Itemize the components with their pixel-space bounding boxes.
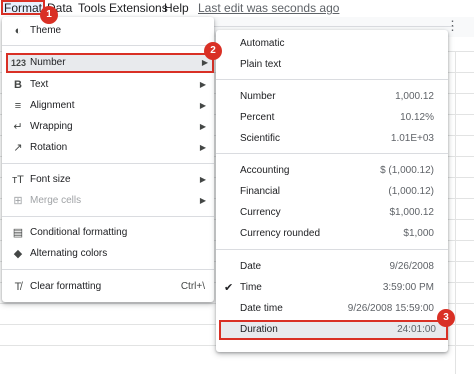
step-badge-3: 3 xyxy=(437,309,455,327)
shortcut-text: Ctrl+\ xyxy=(180,281,205,292)
menu-item-rotation[interactable]: ↗ Rotation ▶ xyxy=(2,138,214,158)
123-icon: 123 xyxy=(11,58,27,68)
submenu-arrow-icon: ▶ xyxy=(199,122,206,131)
align-left-icon: ≡ xyxy=(14,100,22,112)
palette-icon: ◐ xyxy=(14,25,22,37)
menu-separator xyxy=(216,249,448,250)
format-menu: ◐ Theme 123 Number ▶ B Text ▶ ≡ Alignmen… xyxy=(2,17,214,302)
menu-separator xyxy=(2,216,214,217)
menu-item-label: Accounting xyxy=(240,165,290,176)
bold-icon: B xyxy=(14,79,22,91)
menu-item-clear-formatting[interactable]: T̸ Clear formatting Ctrl+\ xyxy=(2,277,214,297)
submenu-arrow-icon: ▶ xyxy=(199,143,206,152)
format-example: 3:59:00 PM xyxy=(382,282,434,293)
menu-item-label: Wrapping xyxy=(30,121,73,132)
menu-item-label: Currency rounded xyxy=(240,228,321,239)
menu-item-label: Scientific xyxy=(240,133,281,144)
last-edit-link[interactable]: Last edit was seconds ago xyxy=(198,0,339,17)
menu-item-plain-text[interactable]: Plain text xyxy=(216,55,448,75)
menu-separator xyxy=(2,45,214,46)
toolbar-divider xyxy=(214,26,454,27)
paint-bucket-icon: ◆ xyxy=(13,248,23,260)
format-example: 1,000.12 xyxy=(395,91,434,102)
menu-item-label: Date time xyxy=(240,303,283,314)
menu-item-label: Currency xyxy=(240,207,281,218)
menu-item-label: Text xyxy=(30,79,49,90)
menu-item-wrapping[interactable]: ↵ Wrapping ▶ xyxy=(2,117,214,137)
menu-item-label: Merge cells xyxy=(30,195,82,206)
menu-item-duration[interactable]: Duration 24:01:00 xyxy=(219,320,448,340)
menu-bar: Format Data Tools Extensions Help Last e… xyxy=(0,0,474,17)
menu-separator xyxy=(216,79,448,80)
menu-item-percent[interactable]: Percent 10.12% xyxy=(216,108,448,128)
menu-item-scientific[interactable]: Scientific 1.01E+03 xyxy=(216,129,448,149)
menu-item-time[interactable]: ✔ Time 3:59:00 PM xyxy=(216,278,448,298)
menu-item-label: Number xyxy=(240,91,276,102)
text-wrap-icon: ↵ xyxy=(13,121,23,133)
submenu-arrow-icon: ▶ xyxy=(199,175,206,184)
menu-item-label: Date xyxy=(240,261,262,272)
menu-item-label: Alternating colors xyxy=(30,248,108,259)
menu-item-date-time[interactable]: Date time 9/26/2008 15:59:00 xyxy=(216,299,448,319)
menu-item-label: Duration xyxy=(240,324,278,335)
conditional-format-icon: ▤ xyxy=(12,227,24,239)
format-example: $1,000.12 xyxy=(389,207,435,218)
menu-item-alternating-colors[interactable]: ◆ Alternating colors xyxy=(2,244,214,264)
number-submenu: Automatic Plain text Number 1,000.12 Per… xyxy=(216,30,448,352)
menu-item-label: Automatic xyxy=(240,38,285,49)
menu-item-number-format[interactable]: Number 1,000.12 xyxy=(216,87,448,107)
menu-item-currency-rounded[interactable]: Currency rounded $1,000 xyxy=(216,224,448,244)
submenu-arrow-icon: ▶ xyxy=(199,101,206,110)
format-example: 9/26/2008 15:59:00 xyxy=(347,303,434,314)
format-example: (1,000.12) xyxy=(388,186,434,197)
grid-line xyxy=(455,52,456,374)
menu-format[interactable]: Format xyxy=(1,0,45,15)
menu-item-alignment[interactable]: ≡ Alignment ▶ xyxy=(2,96,214,116)
menu-item-conditional-formatting[interactable]: ▤ Conditional formatting xyxy=(2,223,214,243)
format-example: 10.12% xyxy=(400,112,434,123)
menu-item-accounting[interactable]: Accounting $ (1,000.12) xyxy=(216,161,448,181)
menu-item-text[interactable]: B Text ▶ xyxy=(2,75,214,95)
menu-tools[interactable]: Tools xyxy=(78,0,106,17)
font-size-icon: тT xyxy=(12,174,24,186)
menu-separator xyxy=(2,269,214,270)
submenu-arrow-icon: ▶ xyxy=(199,196,206,205)
menu-item-label: Time xyxy=(240,282,262,293)
submenu-arrow-icon: ▶ xyxy=(199,80,206,89)
menu-item-font-size[interactable]: тT Font size ▶ xyxy=(2,170,214,190)
menu-help[interactable]: Help xyxy=(164,0,189,17)
menu-item-label: Percent xyxy=(240,112,275,123)
menu-item-label: Financial xyxy=(240,186,281,197)
checkmark-icon: ✔ xyxy=(224,282,234,294)
menu-item-label: Font size xyxy=(30,174,71,185)
format-example: $ (1,000.12) xyxy=(380,165,434,176)
menu-item-theme[interactable]: ◐ Theme xyxy=(2,21,214,41)
menu-item-label: Rotation xyxy=(30,142,68,153)
menu-item-label: Plain text xyxy=(240,59,282,70)
menu-item-label: Number xyxy=(30,57,66,68)
menu-item-automatic[interactable]: Automatic xyxy=(216,34,448,54)
text-rotation-icon: ↗ xyxy=(13,142,23,154)
menu-item-merge-cells: ⊞ Merge cells ▶ xyxy=(2,191,214,211)
clear-format-icon: T̸ xyxy=(14,281,22,293)
step-badge-1: 1 xyxy=(40,6,58,24)
menu-item-label: Theme xyxy=(30,25,62,36)
menu-separator xyxy=(2,163,214,164)
menu-item-label: Conditional formatting xyxy=(30,227,128,238)
menu-item-date[interactable]: Date 9/26/2008 xyxy=(216,257,448,277)
format-example: 24:01:00 xyxy=(397,324,436,335)
menu-extensions[interactable]: Extensions xyxy=(109,0,168,17)
menu-item-financial[interactable]: Financial (1,000.12) xyxy=(216,182,448,202)
menu-item-currency[interactable]: Currency $1,000.12 xyxy=(216,203,448,223)
format-example: $1,000 xyxy=(403,228,434,239)
format-example: 1.01E+03 xyxy=(390,133,434,144)
merge-icon: ⊞ xyxy=(13,195,23,207)
menu-item-label: Alignment xyxy=(30,100,75,111)
menu-item-label: Clear formatting xyxy=(30,281,102,292)
menu-item-number[interactable]: 123 Number ▶ xyxy=(6,53,214,73)
menu-separator xyxy=(216,153,448,154)
format-example: 9/26/2008 xyxy=(389,261,435,272)
step-badge-2: 2 xyxy=(204,42,222,60)
